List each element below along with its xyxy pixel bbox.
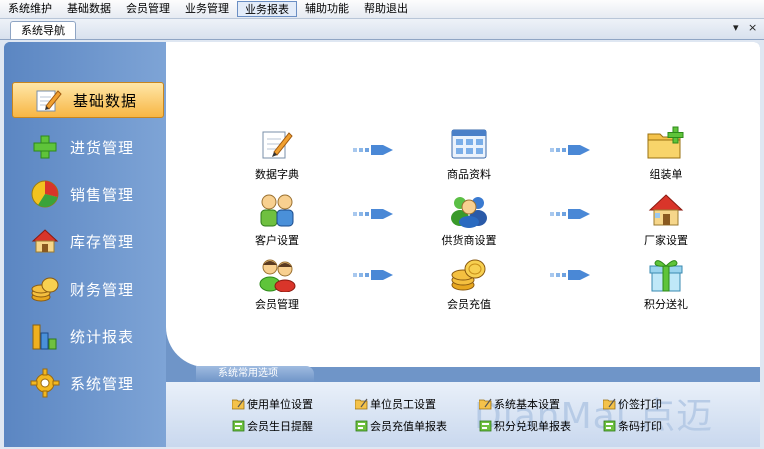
- flow-arrow-icon: [353, 145, 393, 155]
- option-employee-settings[interactable]: 单位员工设置: [355, 396, 436, 412]
- sidebar-item-system[interactable]: 系统管理: [12, 366, 162, 400]
- module-manufacturer-settings[interactable]: 厂家设置: [621, 190, 711, 248]
- gift-icon: [646, 254, 686, 294]
- folder-pen-icon: [479, 398, 492, 410]
- sidebar-item-label: 统计报表: [70, 327, 135, 346]
- flow-arrow-icon: [353, 209, 393, 219]
- common-options-title: 系统常用选项: [196, 366, 314, 382]
- option-points-redemption-report[interactable]: 积分兑现单报表: [479, 418, 571, 434]
- menu-system-maintenance[interactable]: 系统维护: [1, 1, 59, 17]
- coins-icon: [449, 254, 489, 294]
- sidebar-item-inventory[interactable]: 库存管理: [12, 224, 162, 258]
- module-label: 组装单: [649, 168, 683, 181]
- pencil-note-icon: [33, 85, 63, 115]
- module-member-recharge[interactable]: 会员充值: [424, 254, 514, 312]
- sidebar-item-basic-data[interactable]: 基础数据: [12, 82, 164, 118]
- people-group-icon: [449, 190, 489, 230]
- tab-strip: 系统导航 ▾ ×: [0, 19, 764, 40]
- coins-icon: [30, 274, 60, 304]
- tab-system-navigation[interactable]: 系统导航: [10, 21, 76, 39]
- module-assembly-order[interactable]: 组装单: [621, 124, 711, 182]
- menu-business-management[interactable]: 业务管理: [178, 1, 236, 17]
- window-grid-icon: [449, 124, 489, 164]
- option-price-tag-print[interactable]: 价签打印: [603, 396, 662, 412]
- module-label: 供货商设置: [441, 234, 497, 247]
- green-report-icon: [232, 420, 245, 432]
- menu-basic-data[interactable]: 基础数据: [60, 1, 118, 17]
- sidebar-item-purchase[interactable]: 进货管理: [12, 130, 162, 164]
- tab-dropdown-icon[interactable]: ▾: [733, 21, 739, 34]
- folder-add-icon: [646, 124, 686, 164]
- folder-pen-icon: [355, 398, 368, 410]
- module-label: 厂家设置: [644, 234, 688, 247]
- flow-arrow-icon: [550, 145, 590, 155]
- option-barcode-print[interactable]: 条码打印: [603, 418, 662, 434]
- option-company-settings[interactable]: 使用单位设置: [232, 396, 313, 412]
- sidebar-item-label: 财务管理: [70, 280, 135, 299]
- sidebar-item-sales[interactable]: 销售管理: [12, 177, 162, 211]
- sidebar-item-finance[interactable]: 财务管理: [12, 272, 162, 306]
- menu-business-reports[interactable]: 业务报表: [237, 1, 297, 17]
- house-icon: [646, 190, 686, 230]
- green-report-icon: [603, 420, 616, 432]
- sidebar-item-label: 库存管理: [70, 232, 135, 251]
- sidebar-item-label: 基础数据: [73, 91, 138, 110]
- flow-arrow-icon: [353, 270, 393, 280]
- house-icon: [30, 226, 60, 256]
- module-product-info[interactable]: 商品资料: [424, 124, 514, 182]
- sidebar-item-label: 系统管理: [70, 374, 135, 393]
- tab-close-icon[interactable]: ×: [748, 21, 757, 34]
- option-member-birthday-reminder[interactable]: 会员生日提醒: [232, 418, 313, 434]
- sidebar-item-label: 销售管理: [70, 185, 135, 204]
- option-member-recharge-report[interactable]: 会员充值单报表: [355, 418, 447, 434]
- module-data-dictionary[interactable]: 数据字典: [232, 124, 322, 182]
- users-icon: [257, 190, 297, 230]
- module-label: 数据字典: [255, 168, 299, 181]
- sidebar-item-statistics[interactable]: 统计报表: [12, 319, 162, 353]
- flow-arrow-icon: [550, 270, 590, 280]
- module-label: 会员管理: [255, 298, 299, 311]
- option-system-basic-settings[interactable]: 系统基本设置: [479, 396, 560, 412]
- folder-pen-icon: [603, 398, 616, 410]
- folder-pen-icon: [232, 398, 245, 410]
- bar-chart-icon: [30, 321, 60, 351]
- pie-chart-icon: [30, 179, 60, 209]
- menu-help-exit[interactable]: 帮助退出: [357, 1, 415, 17]
- members-icon: [257, 254, 297, 294]
- gear-icon: [30, 368, 60, 398]
- menu-member-management[interactable]: 会员管理: [119, 1, 177, 17]
- module-customer-settings[interactable]: 客户设置: [232, 190, 322, 248]
- module-supplier-settings[interactable]: 供货商设置: [424, 190, 514, 248]
- module-label: 会员充值: [447, 298, 491, 311]
- pencil-note-icon: [257, 124, 297, 164]
- green-report-icon: [355, 420, 368, 432]
- module-label: 积分送礼: [644, 298, 688, 311]
- module-points-gift[interactable]: 积分送礼: [621, 254, 711, 312]
- module-label: 客户设置: [255, 234, 299, 247]
- module-member-management[interactable]: 会员管理: [232, 254, 322, 312]
- green-plus-icon: [30, 132, 60, 162]
- menu-auxiliary-functions[interactable]: 辅助功能: [298, 1, 356, 17]
- navigation-frame: 基础数据 进货管理 销售管理 库存管理 财务管理 统计报表 系统管理 数据字典 …: [4, 42, 760, 447]
- module-label: 商品资料: [447, 168, 491, 181]
- sidebar-item-label: 进货管理: [70, 138, 135, 157]
- green-report-icon: [479, 420, 492, 432]
- flow-arrow-icon: [550, 209, 590, 219]
- sidebar: 基础数据 进货管理 销售管理 库存管理 财务管理 统计报表 系统管理: [4, 42, 166, 447]
- menu-bar: 系统维护 基础数据 会员管理 业务管理 业务报表 辅助功能 帮助退出: [0, 0, 764, 19]
